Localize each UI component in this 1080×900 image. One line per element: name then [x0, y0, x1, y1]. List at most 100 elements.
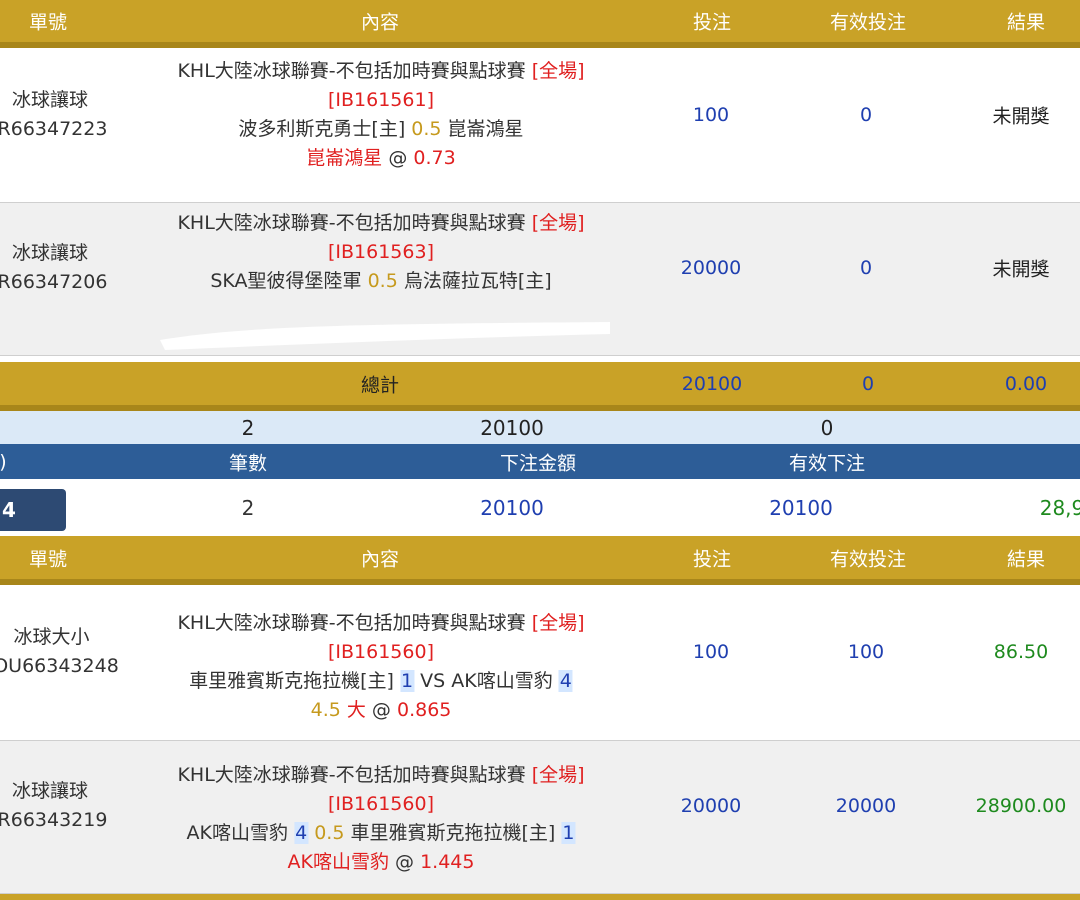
valid-stake-value: 20000: [835, 795, 897, 817]
match-id: [IB161561]: [327, 89, 434, 111]
bottom-border: [0, 894, 1080, 900]
summary-count: 2: [241, 415, 255, 440]
summary-tab-label: 4: [2, 498, 16, 522]
header-stake: 投注: [692, 548, 732, 570]
stake-value: 20000: [680, 795, 742, 817]
result-value: 28900.00: [975, 795, 1067, 817]
bet-type-cell: 冰球讓球 R66343219: [0, 777, 107, 835]
home-team: 波多利斯克勇士[主]: [238, 118, 406, 140]
home-team: AK喀山雪豹: [186, 822, 289, 844]
handicap: 0.5: [367, 270, 398, 292]
header-order-no: 單號: [28, 11, 68, 34]
handicap: 0.5: [314, 822, 345, 844]
summary-amount-label: 下注金額: [499, 452, 577, 474]
away-score: 1: [561, 822, 576, 844]
summary-row-valid: 20100: [769, 495, 833, 520]
bet-content: KHL大陸冰球聯賽-不包括加時賽與點球賽 [全場] [IB161563] SKA…: [177, 209, 584, 325]
vs-label: VS: [420, 670, 446, 692]
order-number[interactable]: OU66343248: [0, 652, 119, 681]
bet-type-cell: 冰球大小 OU66343248: [0, 623, 119, 681]
summary-light-bar: 2 20100 0: [0, 411, 1080, 444]
bet-type: 冰球讓球: [11, 89, 89, 111]
match-id: [IB161563]: [327, 241, 434, 263]
bet-type: 冰球讓球: [11, 242, 89, 264]
header-content: 內容: [360, 548, 400, 570]
bet-type: 冰球大小: [13, 626, 90, 648]
home-score: 4: [294, 822, 309, 844]
header-order-no: 單號: [28, 548, 68, 570]
match-id: [IB161560]: [327, 793, 434, 815]
bet-type-cell: 冰球讓球 R66347206: [0, 239, 107, 297]
home-score: 1: [400, 670, 415, 692]
total-result: 0.00: [1004, 372, 1048, 395]
summary-valid: 0: [820, 415, 834, 440]
bet-type: 冰球讓球: [11, 780, 89, 802]
table-header: 單號 內容 投注 有效投注 結果: [0, 0, 1080, 48]
stake-value: 100: [692, 104, 730, 126]
handicap: 0.5: [411, 118, 442, 140]
valid-stake-value: 0: [859, 257, 873, 279]
match-id: [IB161560]: [327, 641, 434, 663]
period-tag: [全場]: [531, 612, 585, 634]
summary-tab-button[interactable]: 4: [0, 489, 66, 531]
away-score: 4: [558, 670, 573, 692]
pick: 崑崙鴻星: [306, 147, 383, 169]
summary-header-bar: ) 筆數 下注金額 有效下注: [0, 444, 1080, 479]
order-number[interactable]: R66343219: [0, 806, 107, 835]
table-row: 冰球讓球 R66347223 KHL大陸冰球聯賽-不包括加時賽與點球賽 [全場]…: [0, 48, 1080, 203]
pick: 大: [346, 699, 366, 721]
summary-row-count: 2: [241, 495, 255, 520]
league-name: KHL大陸冰球聯賽-不包括加時賽與點球賽: [177, 612, 526, 634]
header-valid-stake: 有效投注: [829, 548, 907, 570]
home-team: 車里雅賓斯克拖拉機[主]: [189, 670, 394, 692]
period-tag: [全場]: [531, 764, 585, 786]
away-team: 崑崙鴻星: [447, 118, 524, 140]
away-team: 車里雅賓斯克拖拉機[主]: [350, 822, 556, 844]
header-content: 內容: [360, 11, 400, 34]
league-name: KHL大陸冰球聯賽-不包括加時賽與點球賽: [177, 764, 526, 786]
summary-row: 4 2 20100 20100 28,9: [0, 479, 1080, 536]
bet-content: KHL大陸冰球聯賽-不包括加時賽與點球賽 [全場] [IB161560] 車里雅…: [177, 609, 584, 725]
total-valid: 0: [861, 372, 875, 395]
summary-valid-label: 有效下注: [788, 452, 866, 474]
away-team: AK喀山雪豹: [451, 670, 553, 692]
result-value: 未開獎: [992, 105, 1050, 128]
home-team: SKA聖彼得堡陸軍: [210, 270, 362, 292]
header-stake: 投注: [692, 11, 732, 34]
table-row: 冰球讓球 R66343219 KHL大陸冰球聯賽-不包括加時賽與點球賽 [全場]…: [0, 741, 1080, 894]
summary-amount: 20100: [480, 415, 544, 440]
odds: 0.865: [396, 699, 452, 721]
table-row: 冰球大小 OU66343248 KHL大陸冰球聯賽-不包括加時賽與點球賽 [全場…: [0, 585, 1080, 741]
stake-value: 20000: [680, 257, 742, 279]
at-sign: @: [395, 851, 415, 873]
odds: 1.445: [420, 851, 475, 873]
league-name: KHL大陸冰球聯賽-不包括加時賽與點球賽: [177, 212, 526, 234]
header-valid-stake: 有效投注: [829, 11, 907, 34]
order-number[interactable]: R66347223: [0, 115, 107, 144]
stake-value: 100: [692, 641, 730, 663]
at-sign: @: [388, 147, 408, 169]
table-header: 單號 內容 投注 有效投注 結果: [0, 536, 1080, 585]
header-result: 結果: [1006, 11, 1046, 34]
pick: AK喀山雪豹: [287, 851, 389, 873]
summary-row-win: 28,9: [1039, 495, 1080, 520]
summary-left-cut: ): [0, 450, 7, 473]
total-line: 4.5: [310, 699, 341, 721]
away-team: 烏法薩拉瓦特[主]: [403, 270, 552, 292]
total-stake: 20100: [681, 372, 743, 395]
valid-stake-value: 100: [847, 641, 885, 663]
period-tag: [全場]: [531, 212, 585, 234]
valid-stake-value: 0: [859, 104, 873, 126]
redaction-scribble: [160, 322, 610, 350]
bet-content: KHL大陸冰球聯賽-不包括加時賽與點球賽 [全場] [IB161560] AK喀…: [177, 761, 584, 877]
bet-content: KHL大陸冰球聯賽-不包括加時賽與點球賽 [全場] [IB161561] 波多利…: [177, 57, 584, 173]
result-value: 未開獎: [992, 258, 1050, 281]
result-value: 86.50: [993, 641, 1049, 663]
at-sign: @: [371, 699, 391, 721]
period-tag: [全場]: [531, 60, 585, 82]
summary-count-label: 筆數: [228, 452, 268, 474]
total-bar: 總計 20100 0 0.00: [0, 362, 1080, 411]
order-number[interactable]: R66347206: [0, 268, 107, 297]
bet-type-cell: 冰球讓球 R66347223: [0, 86, 107, 144]
summary-row-amount: 20100: [480, 495, 544, 520]
